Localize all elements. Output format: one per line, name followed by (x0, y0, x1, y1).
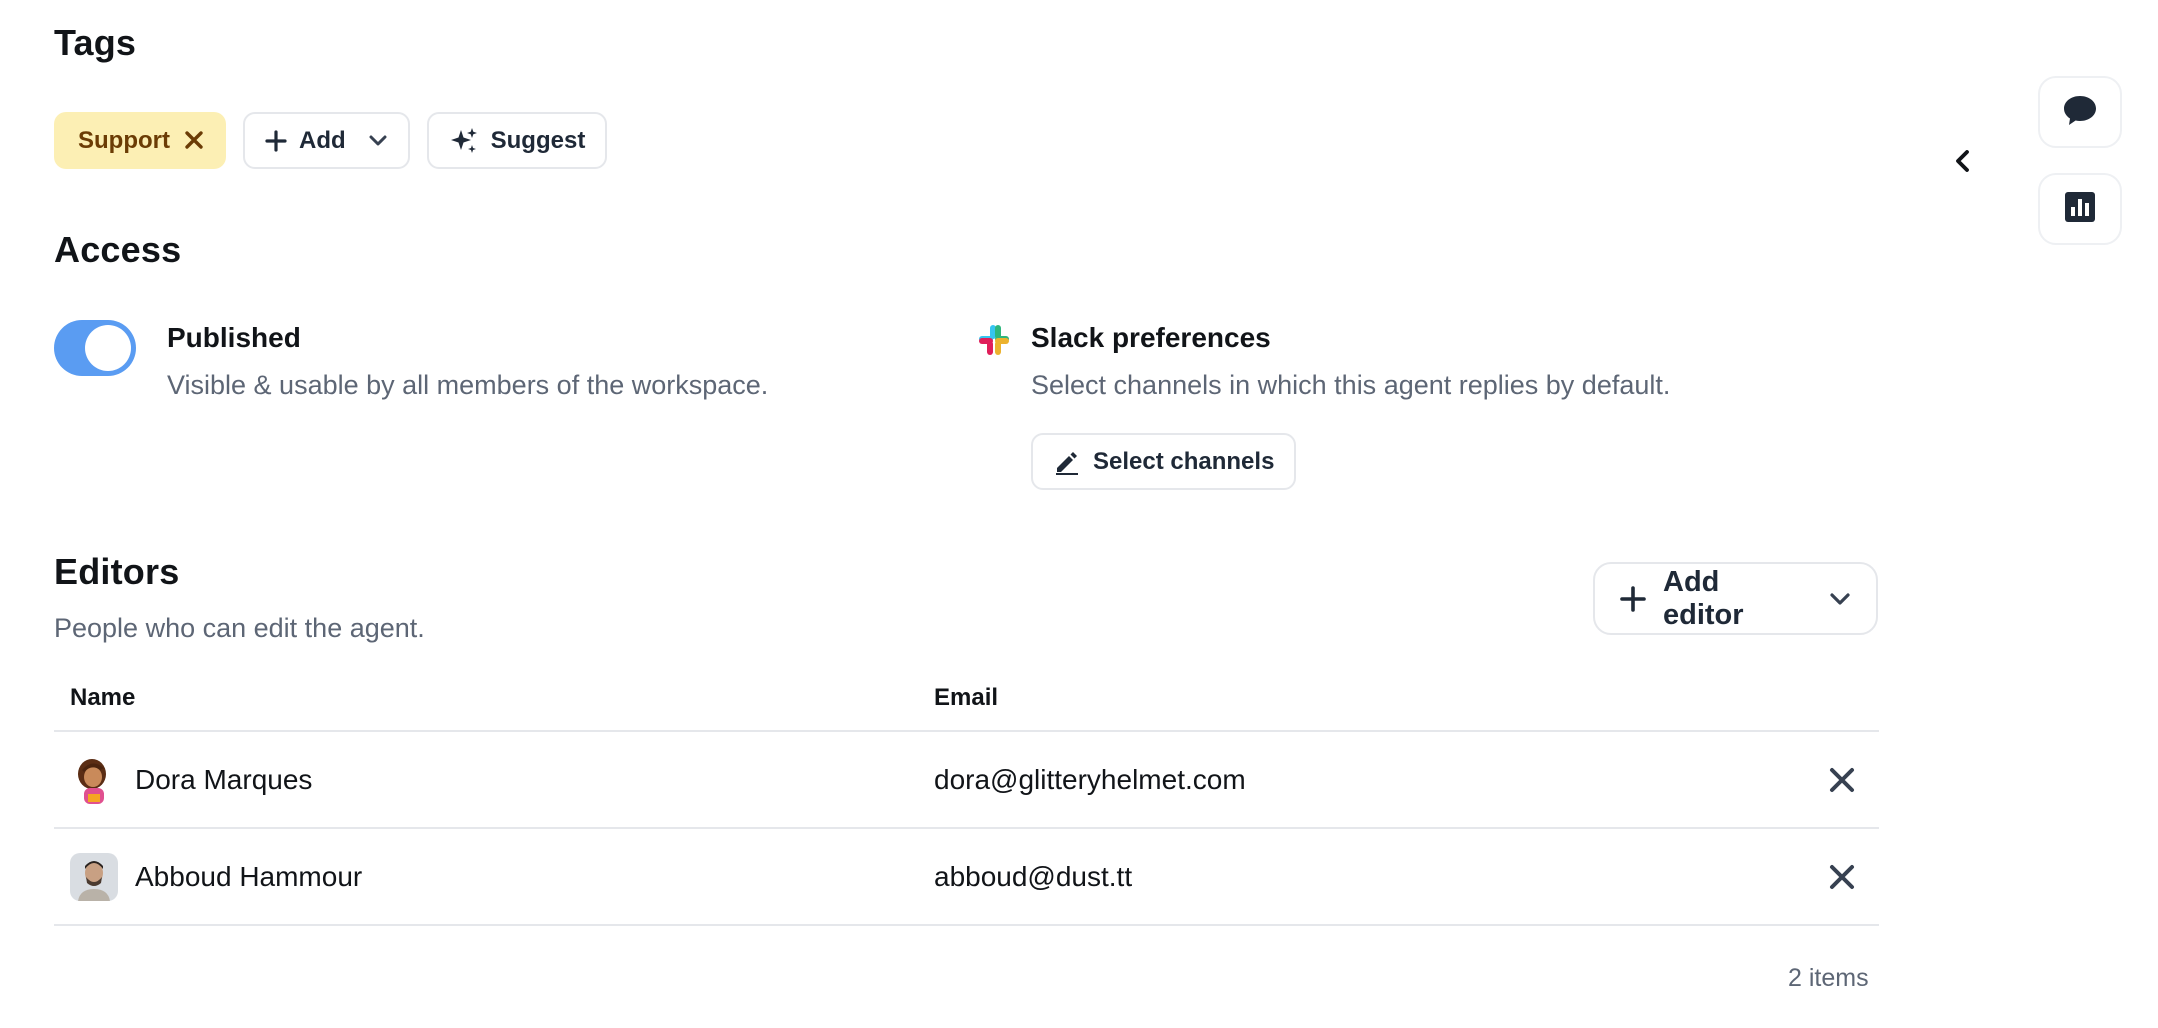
add-tag-button[interactable]: Add (242, 112, 410, 169)
chevron-left-icon[interactable] (1948, 146, 1978, 176)
tags-title: Tags (54, 22, 137, 63)
bar-chart-icon (2062, 189, 2098, 230)
published-description: Visible & usable by all members of the w… (167, 370, 769, 400)
editor-name: Abboud Hammour (135, 861, 363, 892)
editor-email: dora@glitteryhelmet.com (934, 764, 1246, 795)
column-header-name: Name (70, 684, 136, 711)
editors-title: Editors (54, 551, 180, 592)
toggle-knob (85, 325, 131, 371)
slack-icon (976, 322, 1012, 358)
pencil-icon (1053, 448, 1081, 476)
column-header-email: Email (934, 684, 999, 711)
tag-chip-support: Support (54, 112, 226, 169)
editor-email: abboud@dust.tt (934, 861, 1133, 892)
add-editor-button[interactable]: Add editor (1593, 562, 1878, 635)
analytics-button[interactable] (2038, 173, 2122, 245)
suggest-tags-button[interactable]: Suggest (426, 112, 608, 169)
table-header: Name Email (54, 670, 1879, 732)
chat-button[interactable] (2038, 76, 2122, 148)
remove-editor-icon[interactable] (1824, 859, 1860, 895)
table-row: Abboud Hammour abboud@dust.tt (54, 829, 1879, 926)
select-channels-label: Select channels (1093, 447, 1275, 475)
published-toggle[interactable] (54, 320, 136, 376)
person-avatar (70, 853, 118, 901)
select-channels-button[interactable]: Select channels (1031, 433, 1297, 490)
slack-preferences-description: Select channels in which this agent repl… (1031, 370, 1671, 400)
sparkles-icon (449, 126, 479, 156)
suggest-label: Suggest (490, 126, 586, 154)
chevron-down-icon (1828, 591, 1852, 607)
chat-bubble-icon (2060, 90, 2100, 135)
editors-subtitle: People who can edit the agent. (54, 613, 425, 643)
add-tag-label: Add (298, 126, 346, 154)
remove-tag-icon[interactable] (184, 126, 204, 156)
published-label: Published (167, 322, 301, 353)
chevron-down-icon (368, 134, 388, 148)
tags-row: Support Add Suggest (54, 112, 608, 169)
tag-chip-label: Support (78, 126, 170, 154)
access-title: Access (54, 229, 182, 270)
remove-editor-icon[interactable] (1824, 762, 1860, 798)
editors-table: Name Email Dora Marques dora@glitteryhel… (54, 670, 1879, 926)
slack-preferences-label: Slack preferences (1031, 322, 1271, 353)
table-row: Dora Marques dora@glitteryhelmet.com (54, 732, 1879, 829)
items-count: 2 items (1788, 964, 1869, 992)
editor-name: Dora Marques (135, 764, 313, 795)
plus-icon (1619, 585, 1647, 613)
agent-settings-page: Tags Support Add Suggest Access Publishe… (0, 0, 2158, 1028)
plus-icon (265, 129, 287, 152)
dora-avatar (70, 756, 118, 804)
add-editor-label: Add editor (1663, 565, 1744, 631)
